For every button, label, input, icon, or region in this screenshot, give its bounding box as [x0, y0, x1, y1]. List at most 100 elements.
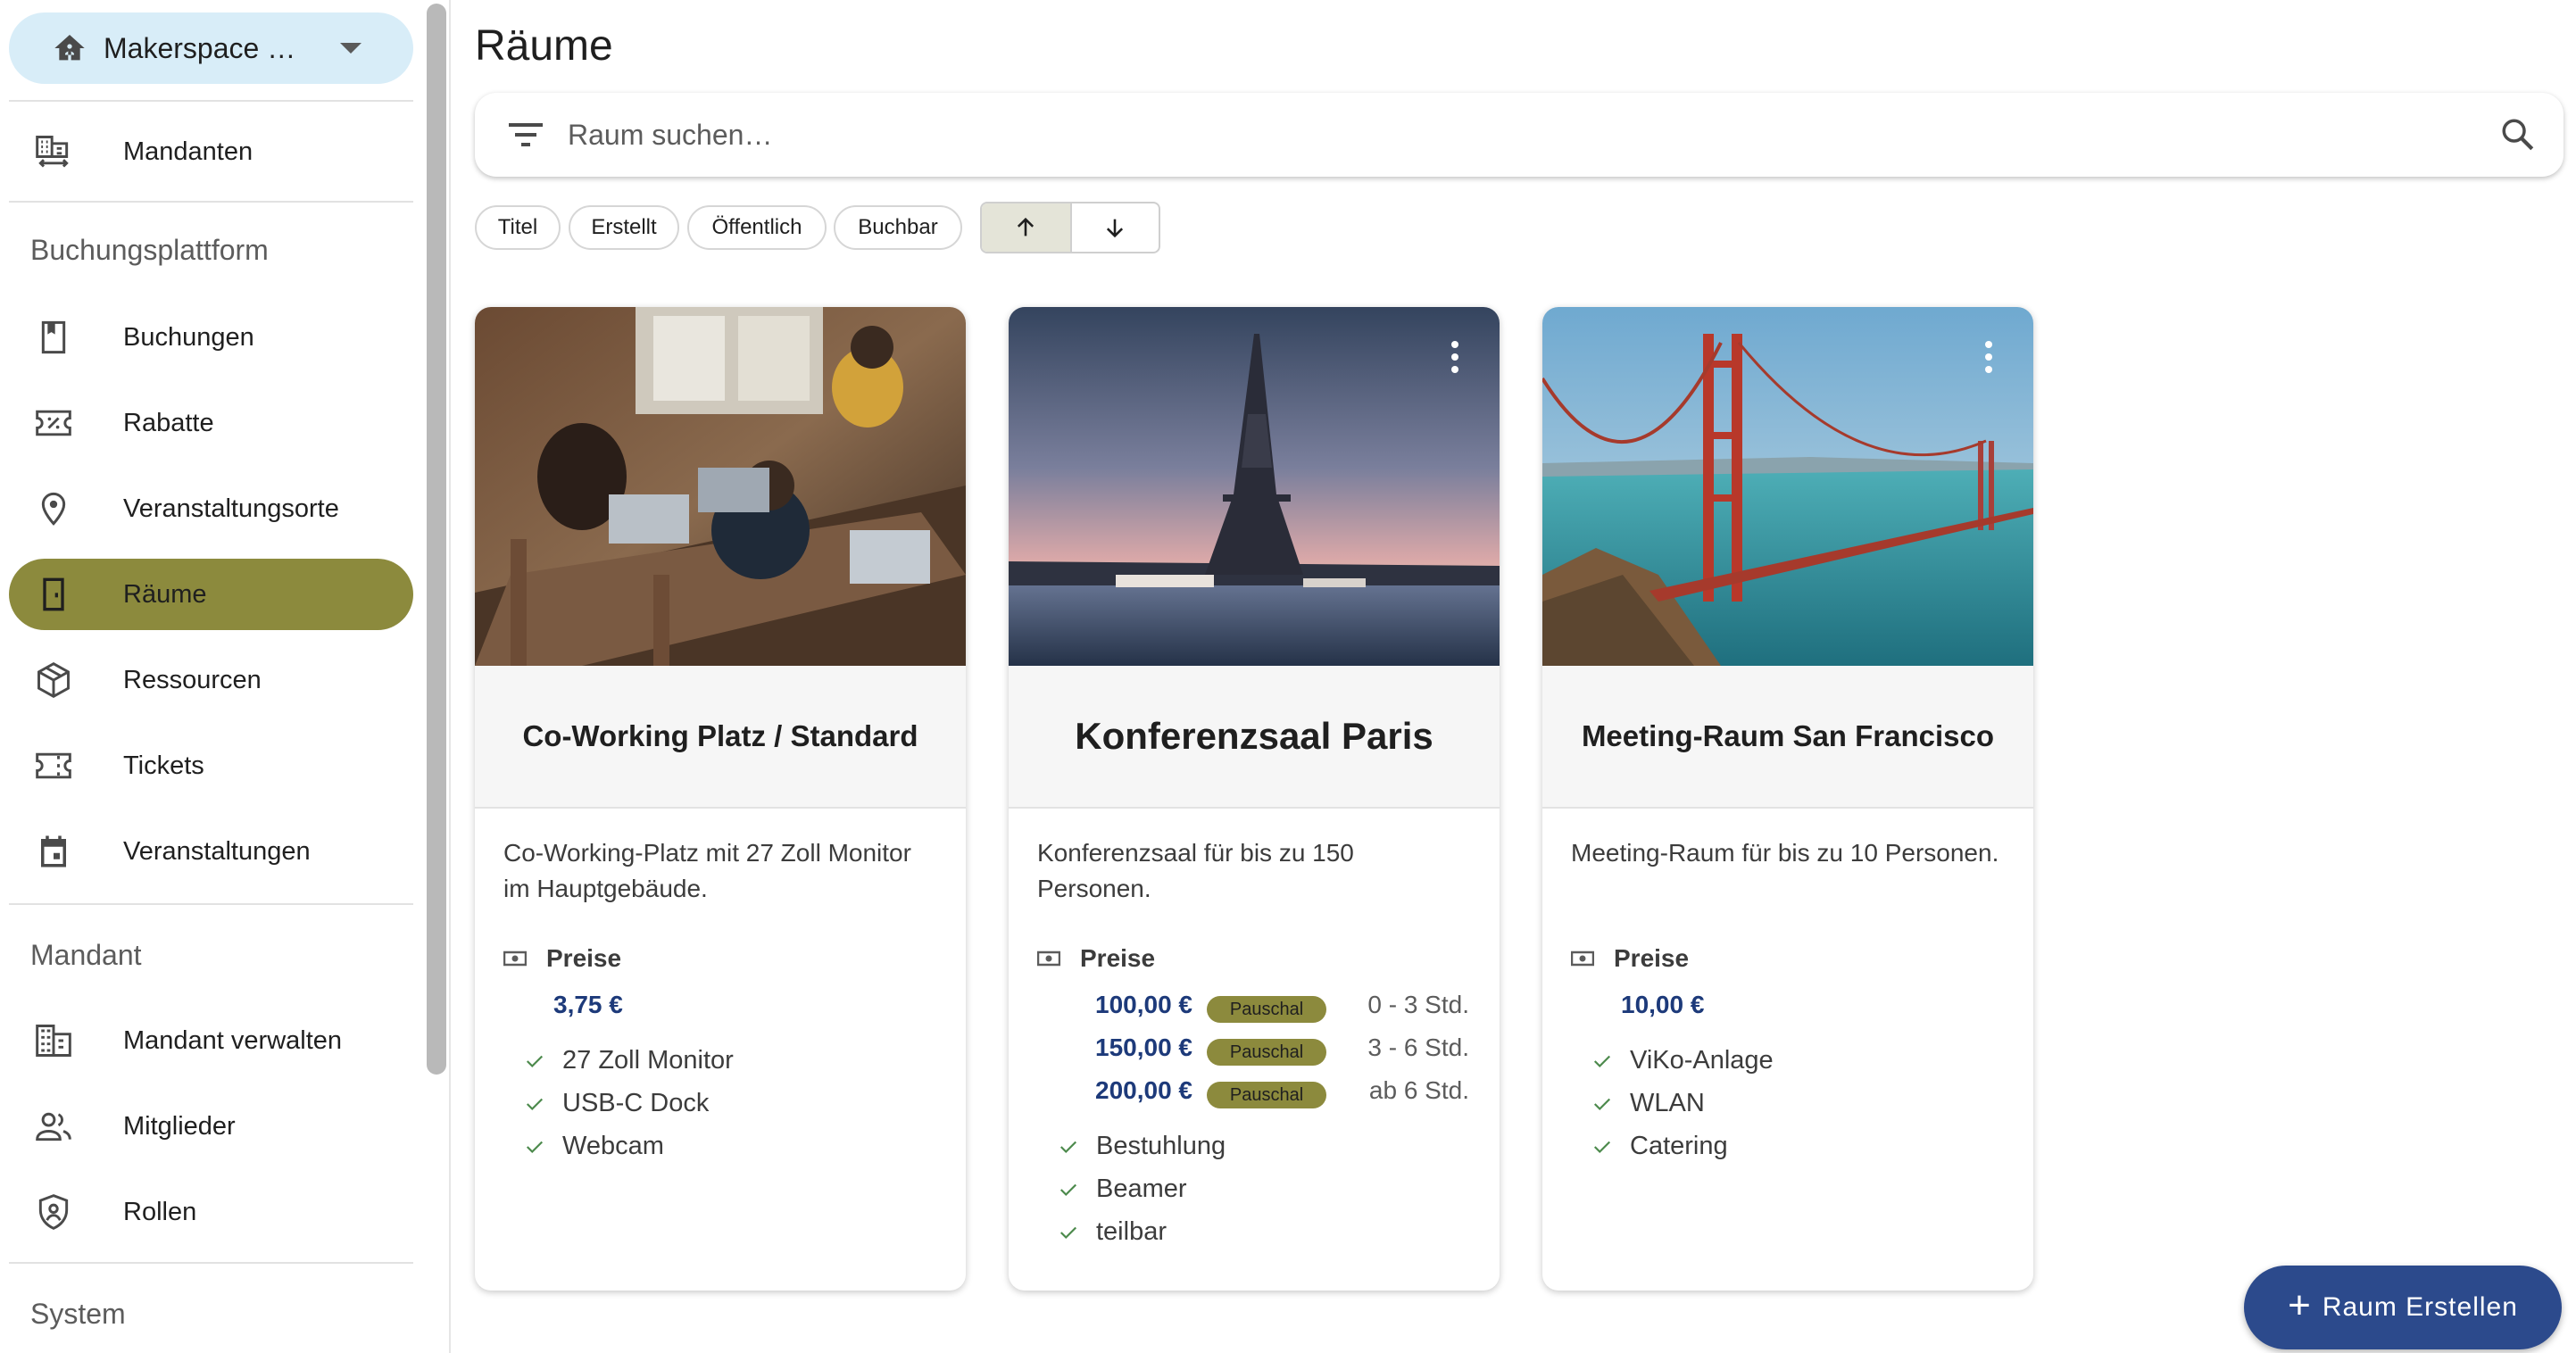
feature-item: Bestuhlung [1059, 1132, 1226, 1161]
sidebar-item-mandant-verwalten[interactable]: Mandant verwalten [9, 1005, 413, 1076]
feature-label: USB-C Dock [562, 1089, 710, 1117]
sort-chip-titel[interactable]: Titel [475, 205, 561, 250]
prices-label-text: Preise [546, 944, 622, 972]
room-card[interactable]: Co-Working Platz / Standard Co-Working-P… [475, 307, 966, 1291]
filter-icon[interactable] [507, 120, 544, 154]
feature-label: teilbar [1096, 1217, 1167, 1246]
sort-descending-button[interactable] [1069, 203, 1159, 252]
sort-chip-buchbar[interactable]: Buchbar [834, 205, 962, 250]
card-title: Meeting-Raum San Francisco [1542, 666, 2033, 809]
check-icon [1593, 1141, 1611, 1153]
feature-item: WLAN [1592, 1089, 1705, 1118]
check-icon [526, 1141, 544, 1153]
door-icon [27, 568, 80, 621]
arrow-up-icon [1018, 217, 1035, 237]
price-range: ab 6 Std. [1368, 1076, 1469, 1104]
create-room-label: Raum Erstellen [2322, 1292, 2518, 1322]
sidebar-item-ressourcen[interactable]: Ressourcen [9, 644, 413, 716]
sidebar-item-label: Rollen [123, 1197, 197, 1226]
feature-item: ViKo-Anlage [1592, 1046, 1774, 1075]
check-icon [1593, 1055, 1611, 1067]
price-amount: 150,00 € [1095, 1033, 1192, 1061]
price-row: 200,00 € Pauschal ab 6 Std. [1009, 1076, 1500, 1112]
create-room-button[interactable]: + Raum Erstellen [2244, 1266, 2562, 1349]
divider [9, 1262, 413, 1264]
check-icon [526, 1055, 544, 1067]
sort-ascending-button[interactable] [982, 203, 1070, 252]
arrow-down-icon [1107, 219, 1124, 238]
tenant-select[interactable]: Makerspace … [9, 12, 413, 84]
page-title: Räume [475, 22, 613, 70]
feature-label: Beamer [1096, 1175, 1187, 1203]
sidebar-item-veranstaltungsorte[interactable]: Veranstaltungsorte [9, 473, 413, 544]
feature-label: 27 Zoll Monitor [562, 1046, 734, 1075]
cash-icon [503, 950, 527, 967]
sidebar-item-label: Veranstaltungsorte [123, 494, 339, 523]
prices-label: Preise [1571, 944, 1689, 973]
location-pin-icon [27, 482, 80, 535]
sidebar-item-rabatte[interactable]: Rabatte [9, 387, 413, 459]
feature-label: Catering [1630, 1132, 1728, 1160]
price-amount: 10,00 € [1621, 991, 1705, 1018]
price-type-badge: Pauschal [1207, 1039, 1326, 1066]
sidebar-item-tickets[interactable]: Tickets [9, 730, 413, 801]
sidebar-item-label: Räume [123, 579, 207, 609]
price-row: 150,00 € Pauschal 3 - 6 Std. [1009, 1033, 1500, 1069]
room-card[interactable]: Meeting-Raum San Francisco Meeting-Raum … [1542, 307, 2033, 1291]
price-range: 0 - 3 Std. [1367, 991, 1469, 1018]
sidebar-item-mitglieder[interactable]: Mitglieder [9, 1091, 413, 1162]
search-icon[interactable] [2499, 116, 2537, 158]
price-range: 3 - 6 Std. [1367, 1033, 1469, 1061]
cube-icon [27, 653, 80, 707]
sort-chip-oeffentlich[interactable]: Öffentlich [687, 205, 827, 250]
sidebar-item-rollen[interactable]: Rollen [9, 1176, 413, 1248]
more-vert-icon[interactable] [1983, 339, 1994, 375]
ticket-icon [27, 739, 80, 793]
card-title: Konferenzsaal Paris [1009, 666, 1500, 809]
section-title-system: System [30, 1298, 126, 1330]
cash-icon [1037, 950, 1060, 967]
feature-label: Bestuhlung [1096, 1132, 1226, 1160]
section-title-buchungsplattform: Buchungsplattform [30, 234, 269, 266]
sidebar-item-label: Ressourcen [123, 665, 262, 694]
prices-label: Preise [503, 944, 621, 973]
check-icon [1593, 1098, 1611, 1110]
feature-item: USB-C Dock [525, 1089, 709, 1118]
sidebar-item-label: Mandant verwalten [123, 1025, 343, 1055]
prices-label-text: Preise [1080, 944, 1156, 972]
eiffel-tower-photo [1009, 307, 1500, 666]
feature-label: ViKo-Anlage [1630, 1046, 1774, 1075]
sidebar-item-label: Tickets [123, 751, 204, 780]
sort-chip-erstellt[interactable]: Erstellt [569, 205, 679, 250]
price-amount: 200,00 € [1095, 1076, 1192, 1104]
sidebar-item-label: Mitglieder [123, 1111, 236, 1141]
feature-item: Beamer [1059, 1175, 1187, 1204]
sidebar-item-veranstaltungen[interactable]: Veranstaltungen [9, 816, 413, 887]
search-input[interactable] [568, 112, 2353, 157]
sidebar-item-raeume[interactable]: Räume [9, 559, 413, 630]
feature-label: WLAN [1630, 1089, 1705, 1117]
card-description: Co-Working-Platz mit 27 Zoll Monitor im … [503, 839, 911, 902]
sidebar-item-label: Mandanten [123, 137, 253, 166]
sidebar-scrollbar[interactable] [427, 4, 446, 1075]
prices-label-text: Preise [1614, 944, 1690, 972]
price-type-badge: Pauschal [1207, 996, 1326, 1023]
card-description: Konferenzsaal für bis zu 150 Personen. [1037, 839, 1354, 902]
cash-icon [1571, 950, 1594, 967]
price-row: 100,00 € Pauschal 0 - 3 Std. [1009, 991, 1500, 1026]
sidebar-item-mandanten[interactable]: Mandanten [9, 116, 413, 187]
bookmark-icon [27, 311, 80, 364]
room-card[interactable]: Konferenzsaal Paris Konferenzsaal für bi… [1009, 307, 1500, 1291]
coworking-photo [475, 307, 966, 666]
sidebar-item-buchungen[interactable]: Buchungen [9, 302, 413, 373]
sidebar: Makerspace … Mandanten Buchungsplattform… [0, 0, 451, 1353]
domain-switch-icon [27, 125, 80, 178]
more-vert-icon[interactable] [1450, 339, 1460, 375]
price-amount: 3,75 € [553, 991, 623, 1018]
calendar-icon [27, 825, 80, 878]
price-type-badge: Pauschal [1207, 1082, 1326, 1108]
sidebar-item-label: Veranstaltungen [123, 836, 311, 866]
prices-label: Preise [1037, 944, 1155, 973]
price-row: 10,00 € [1542, 991, 2033, 1026]
price-row: 3,75 € [475, 991, 966, 1026]
